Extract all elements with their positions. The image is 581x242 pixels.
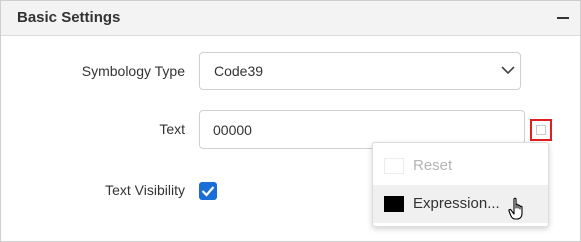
- chevron-down-icon: [501, 66, 515, 75]
- symbology-type-value: Code39: [214, 63, 264, 79]
- menu-item-label: Reset: [413, 157, 453, 174]
- menu-item-label: Expression...: [413, 195, 500, 212]
- check-icon: [201, 186, 215, 197]
- black-swatch-icon: [384, 196, 404, 212]
- minus-icon[interactable]: [557, 17, 569, 19]
- hand-cursor-icon: [508, 197, 523, 220]
- square-icon: [536, 125, 546, 135]
- expression-menu-button[interactable]: [530, 119, 552, 141]
- symbology-type-select[interactable]: Code39: [199, 52, 521, 90]
- white-swatch-icon: [384, 158, 404, 174]
- panel-title: Basic Settings: [17, 9, 121, 26]
- text-visibility-checkbox[interactable]: [199, 182, 217, 200]
- panel-header[interactable]: Basic Settings: [1, 1, 580, 36]
- text-label: Text: [159, 121, 185, 137]
- text-visibility-label: Text Visibility: [105, 182, 185, 198]
- menu-item-reset[interactable]: Reset: [373, 147, 548, 185]
- symbology-type-label: Symbology Type: [81, 63, 185, 79]
